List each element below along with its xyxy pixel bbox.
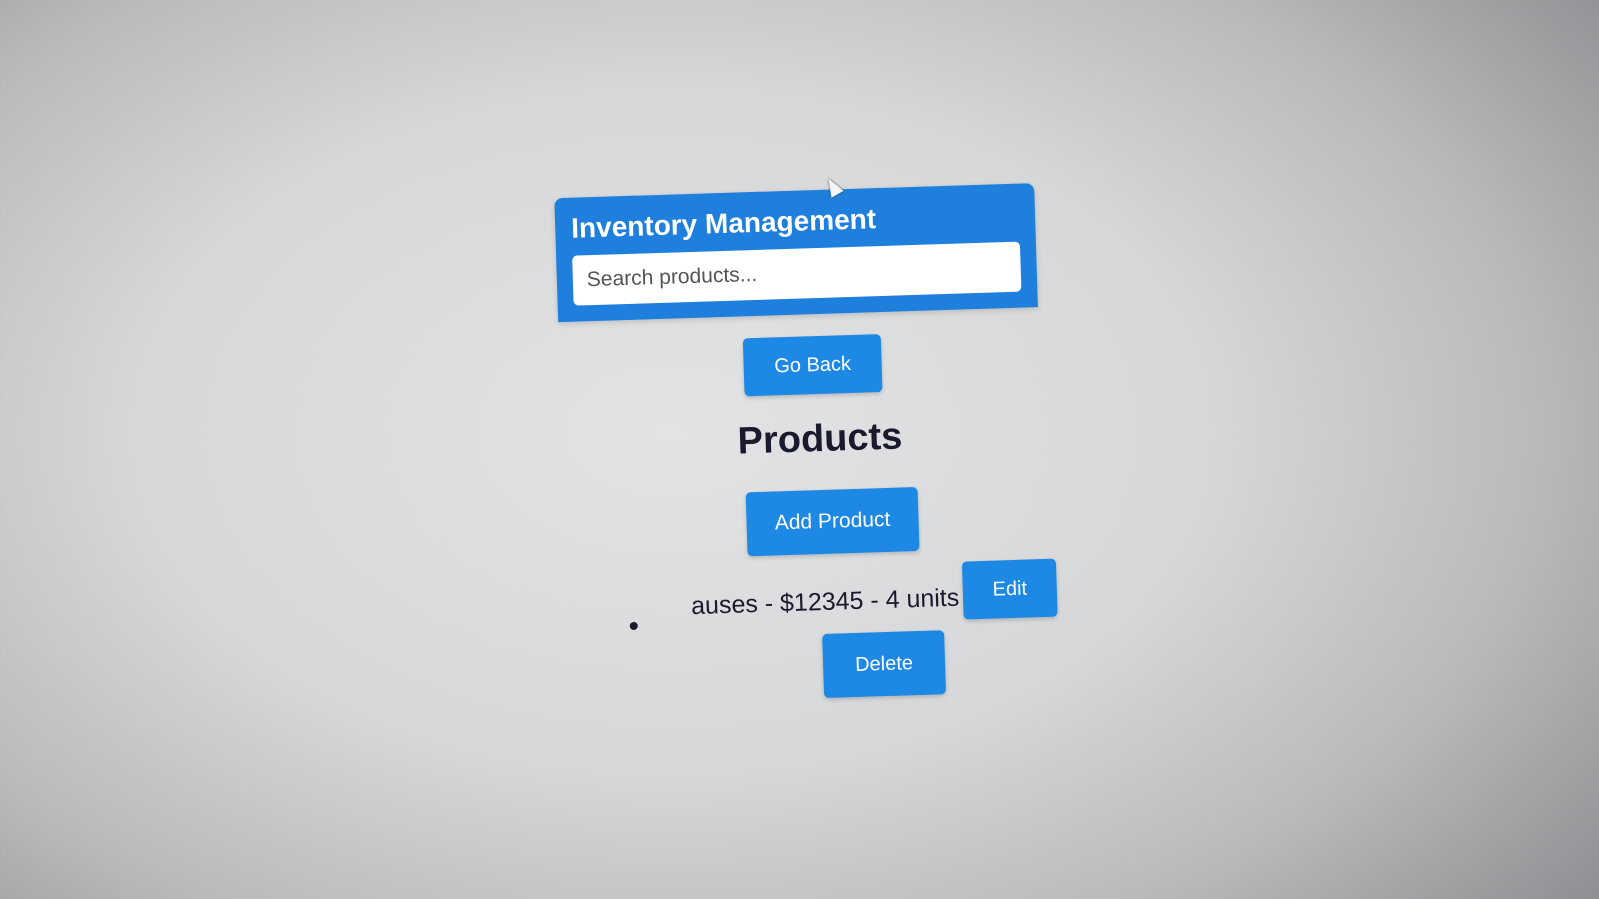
product-item-text: auses - $12345 - 4 units [690, 583, 960, 621]
search-input[interactable] [572, 241, 1022, 306]
delete-button[interactable]: Delete [822, 630, 947, 698]
app-title: Inventory Management [570, 203, 877, 244]
edit-button[interactable]: Edit [961, 558, 1058, 620]
go-back-button[interactable]: Go Back [742, 334, 883, 397]
add-product-button[interactable]: Add Product [745, 486, 920, 557]
app-header: Inventory Management [554, 183, 1038, 323]
products-heading: Products [736, 415, 903, 463]
app-screen: Inventory Management Go Back Products Ad… [0, 0, 1599, 899]
list-bullet-icon [629, 621, 638, 631]
